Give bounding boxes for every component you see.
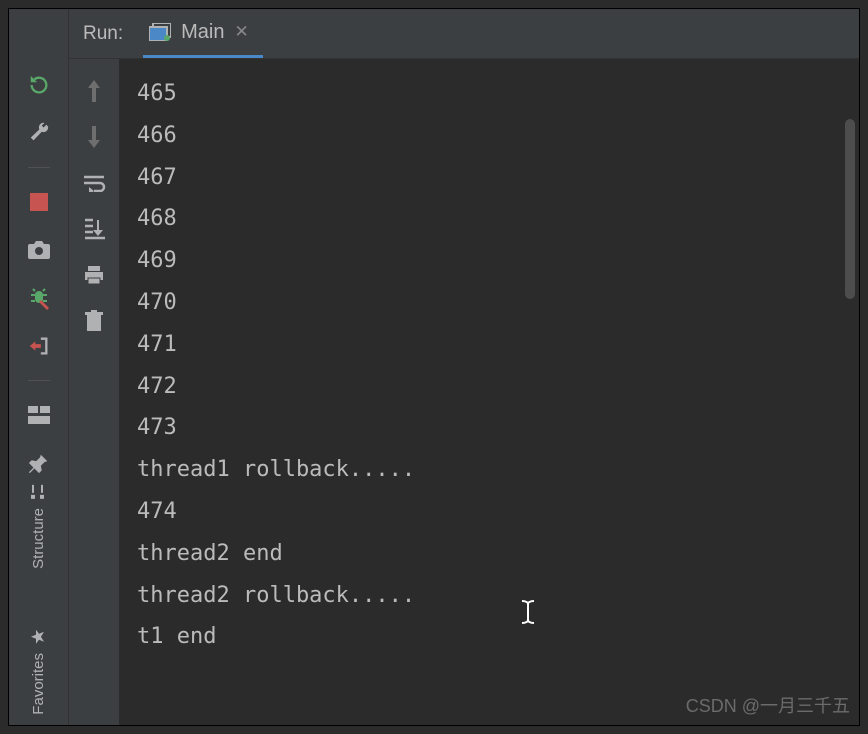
console-line: 473 <box>137 407 841 449</box>
wrench-icon[interactable] <box>23 117 55 149</box>
console-line: 465 <box>137 73 841 115</box>
rerun-icon[interactable] <box>23 69 55 101</box>
tab-label: Main <box>181 21 224 44</box>
watermark-text: CSDN @一月三千五 <box>686 692 850 718</box>
ide-run-panel: Structure Favorites Run: Main ✕ <box>8 8 860 726</box>
stop-icon[interactable] <box>23 186 55 218</box>
print-icon[interactable] <box>80 261 108 289</box>
rail-bottom-tabs: Structure Favorites <box>9 484 68 715</box>
trash-icon[interactable] <box>80 307 108 335</box>
console-output[interactable]: 465 466 467 468 469 470 471 472 473 thre… <box>119 59 859 725</box>
structure-label: Structure <box>30 508 47 569</box>
console-line: 468 <box>137 198 841 240</box>
star-icon <box>31 629 47 645</box>
scrollbar-thumb[interactable] <box>845 119 855 299</box>
bug-icon[interactable] <box>23 282 55 314</box>
exit-icon[interactable] <box>23 330 55 362</box>
camera-icon[interactable] <box>23 234 55 266</box>
content-row: 465 466 467 468 469 470 471 472 473 thre… <box>69 59 859 725</box>
console-line: 471 <box>137 324 841 366</box>
console-tool-column-1 <box>69 59 119 725</box>
console-line: thread2 end <box>137 533 841 575</box>
console-line: thread1 rollback..... <box>137 449 841 491</box>
down-arrow-icon[interactable] <box>80 123 108 151</box>
console-line: 466 <box>137 115 841 157</box>
left-tool-rail: Structure Favorites <box>9 9 69 725</box>
console-line: 474 <box>137 491 841 533</box>
console-line: 472 <box>137 366 841 408</box>
console-line: 467 <box>137 157 841 199</box>
tab-main[interactable]: Main ✕ <box>143 9 263 58</box>
main-area: Run: Main ✕ <box>69 9 859 725</box>
separator <box>28 380 50 381</box>
close-icon[interactable]: ✕ <box>235 22 249 42</box>
soft-wrap-icon[interactable] <box>80 169 108 197</box>
structure-tab[interactable]: Structure <box>30 484 47 569</box>
console-line: 470 <box>137 282 841 324</box>
layout-icon[interactable] <box>23 399 55 431</box>
separator <box>28 167 50 168</box>
application-icon <box>149 23 171 41</box>
run-header: Run: Main ✕ <box>69 9 859 59</box>
pin-icon[interactable] <box>23 447 55 479</box>
favorites-tab[interactable]: Favorites <box>30 629 47 715</box>
favorites-label: Favorites <box>30 653 47 715</box>
scroll-to-end-icon[interactable] <box>80 215 108 243</box>
run-label: Run: <box>83 23 123 45</box>
console-line: 469 <box>137 240 841 282</box>
structure-tab-icon <box>31 484 47 500</box>
console-line: t1 end <box>137 616 841 658</box>
up-arrow-icon[interactable] <box>80 77 108 105</box>
console-line: thread2 rollback..... <box>137 575 841 617</box>
